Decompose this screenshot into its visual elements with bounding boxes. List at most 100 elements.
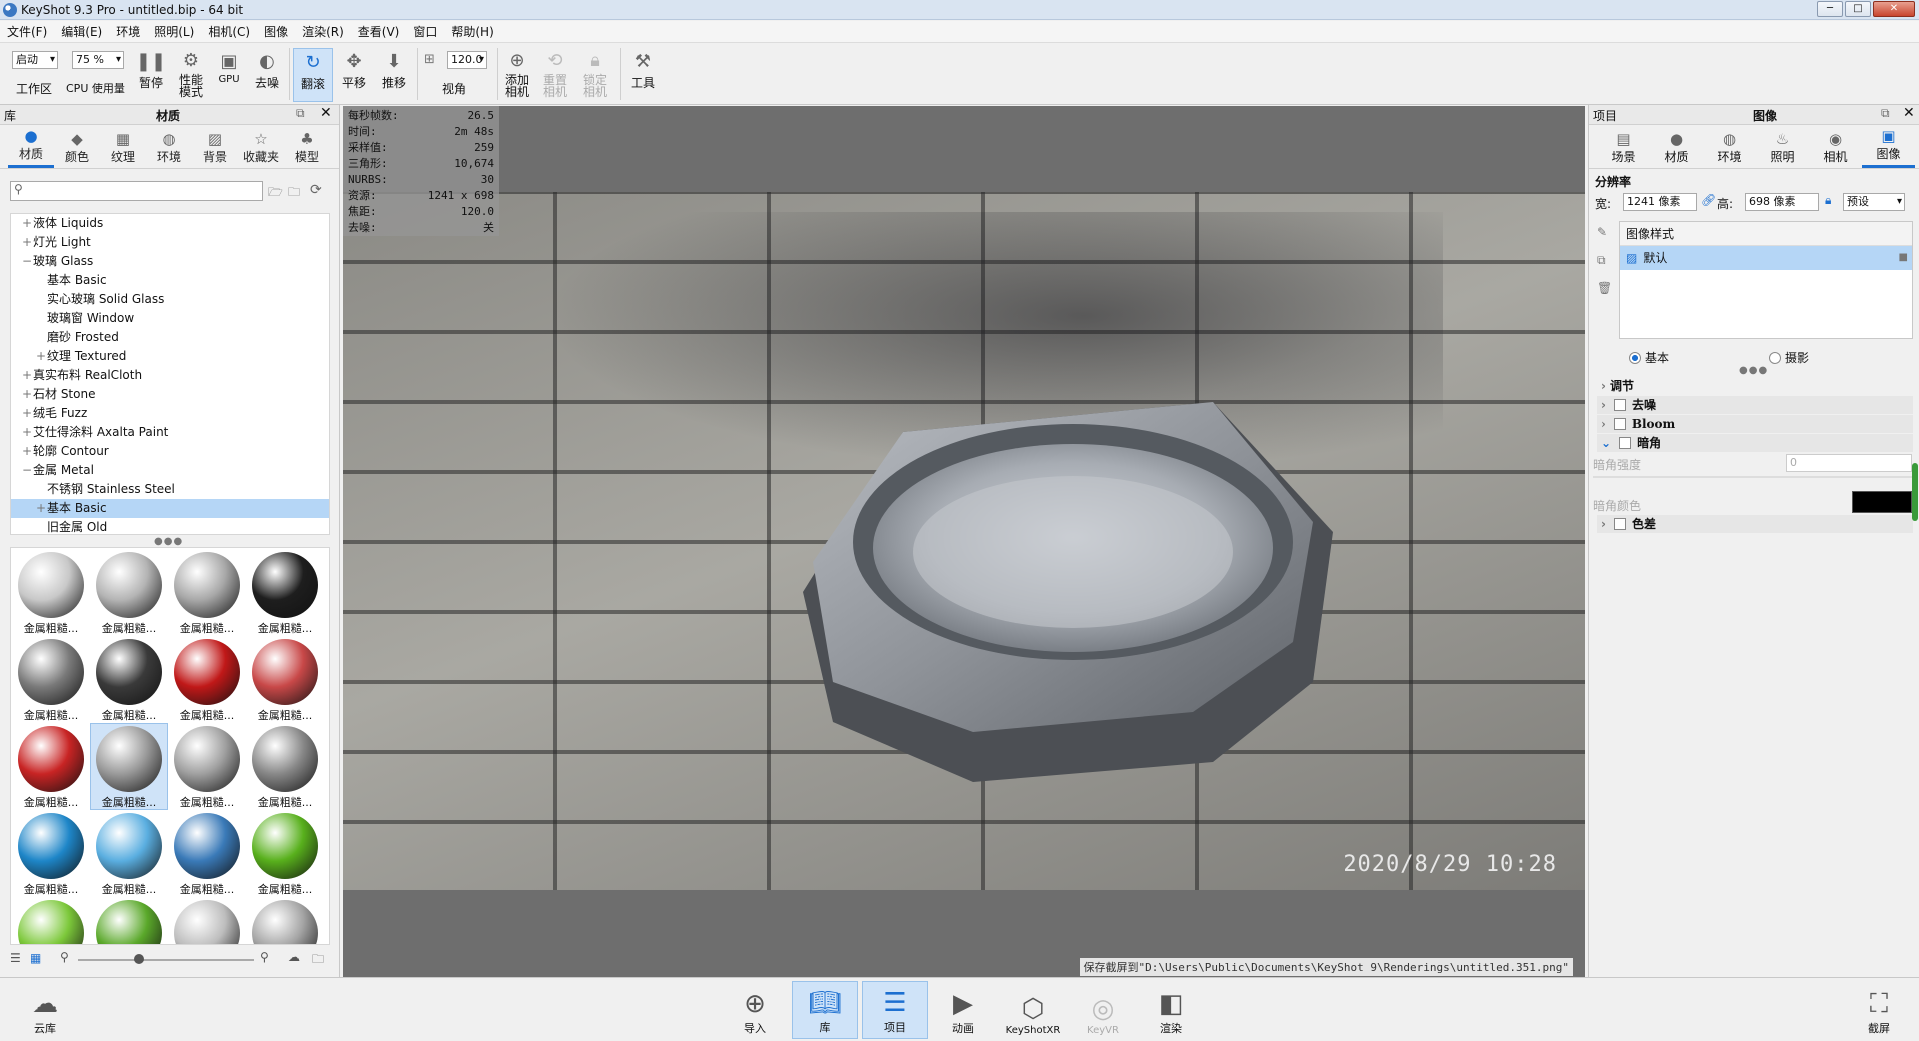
expand-icon[interactable]: +: [21, 442, 33, 461]
menu-help[interactable]: 帮助(H): [444, 23, 500, 40]
keyvr-button[interactable]: ◎ KeyVR: [1070, 981, 1136, 1039]
chromatic-checkbox[interactable]: [1613, 518, 1626, 530]
slider-handle[interactable]: [134, 954, 144, 964]
splitter-handle[interactable]: ●●●: [154, 536, 183, 547]
adjust-section[interactable]: › 调节: [1597, 377, 1913, 395]
collapse-icon[interactable]: −: [21, 461, 33, 480]
material-thumbnail[interactable]: 金属粗糙...: [169, 724, 245, 809]
panel-close-icon[interactable]: ✕: [1903, 105, 1915, 121]
field-of-view-input[interactable]: 120.0: [447, 51, 487, 69]
vignette-checkbox[interactable]: [1619, 437, 1632, 449]
collapse-icon[interactable]: −: [21, 252, 33, 271]
material-thumbnail[interactable]: 金属粗糙...: [13, 637, 89, 722]
tab-backgrounds[interactable]: ▨ 背景: [192, 125, 238, 168]
project-button[interactable]: ☰ 项目: [862, 981, 928, 1039]
undock-icon[interactable]: ⧉: [1881, 106, 1890, 121]
menu-camera[interactable]: 相机(C): [201, 23, 257, 40]
tree-item[interactable]: 玻璃窗 Window: [11, 309, 329, 328]
expand-icon[interactable]: +: [21, 366, 33, 385]
material-thumbnail[interactable]: 金属粗糙...: [91, 898, 167, 944]
expand-icon[interactable]: +: [21, 404, 33, 423]
tumble-button[interactable]: ↻ 翻滚: [293, 48, 333, 102]
chromatic-section[interactable]: › 色差: [1597, 515, 1913, 533]
lock-camera-button[interactable]: 🔒︎ 锁定 相机: [578, 48, 612, 99]
material-thumbnail[interactable]: 金属粗糙...: [13, 550, 89, 635]
denoise-checkbox[interactable]: [1613, 399, 1626, 411]
add-camera-button[interactable]: ⊕ 添加 相机: [500, 48, 534, 99]
preset-select[interactable]: 预设: [1843, 193, 1905, 211]
maximize-button[interactable]: □: [1845, 1, 1871, 17]
expand-icon[interactable]: +: [21, 233, 33, 252]
mode-photographic-radio[interactable]: 摄影: [1769, 349, 1809, 366]
tree-item[interactable]: −金属 Metal: [11, 461, 329, 480]
cloud-library-button[interactable]: ☁ 云库: [12, 981, 78, 1039]
cloud-upload-icon[interactable]: ☁: [288, 950, 300, 964]
close-button[interactable]: ✕: [1873, 1, 1915, 17]
real-time-render[interactable]: 2020/8/29 10:28: [343, 192, 1585, 890]
material-thumbnail[interactable]: 金属粗糙...: [169, 637, 245, 722]
menu-window[interactable]: 窗口: [406, 23, 444, 40]
image-style-default[interactable]: ▨ 默认 ■: [1620, 246, 1912, 270]
folder-icon[interactable]: 🗀︎: [312, 950, 324, 971]
library-button[interactable]: 📖︎ 库: [792, 981, 858, 1039]
grid-view-icon[interactable]: ▦: [30, 951, 41, 965]
tree-item[interactable]: +灯光 Light: [11, 233, 329, 252]
tab-image[interactable]: ▣ 图像: [1862, 125, 1915, 168]
material-thumbnail[interactable]: 金属粗糙...: [91, 637, 167, 722]
vignette-color-swatch[interactable]: [1852, 491, 1912, 513]
material-thumbnail[interactable]: 金属粗糙...: [169, 550, 245, 635]
bloom-section[interactable]: › Bloom: [1597, 415, 1913, 433]
tab-lighting[interactable]: ♨ 照明: [1756, 125, 1809, 168]
cpu-usage-select[interactable]: 75 %: [72, 51, 124, 69]
material-thumbnail[interactable]: 金属粗糙...: [247, 898, 323, 944]
splitter-handle[interactable]: ●●●: [1739, 365, 1768, 376]
tab-materials[interactable]: ● 材质: [8, 125, 54, 168]
tree-item[interactable]: +液体 Liquids: [11, 214, 329, 233]
expand-icon[interactable]: +: [21, 385, 33, 404]
tree-item[interactable]: 不锈钢 Stainless Steel: [11, 480, 329, 499]
menu-environment[interactable]: 环境: [109, 23, 147, 40]
tree-item[interactable]: +绒毛 Fuzz: [11, 404, 329, 423]
width-input[interactable]: 1241 像素: [1623, 193, 1697, 211]
duplicate-style-icon[interactable]: ⧉: [1597, 253, 1606, 268]
tab-material[interactable]: ● 材质: [1650, 125, 1703, 168]
reset-camera-button[interactable]: ⟲ 重置 相机: [538, 48, 572, 99]
tree-item[interactable]: 磨砂 Frosted: [11, 328, 329, 347]
material-thumbnail[interactable]: 金属粗糙...: [247, 550, 323, 635]
material-thumbnail[interactable]: 金属粗糙...: [13, 898, 89, 944]
render-button[interactable]: ◧ 渲染: [1138, 981, 1204, 1039]
material-thumbnail[interactable]: 金属粗糙...: [247, 724, 323, 809]
gpu-button[interactable]: ▣ GPU: [214, 48, 244, 86]
tab-environment[interactable]: ◍ 环境: [1703, 125, 1756, 168]
material-thumbnail[interactable]: 金属粗糙...: [91, 550, 167, 635]
undock-icon[interactable]: ⧉: [296, 106, 305, 121]
minimize-button[interactable]: ─: [1817, 1, 1843, 17]
pan-button[interactable]: ✥ 平移: [336, 48, 372, 91]
workspace-select[interactable]: 启动: [12, 51, 58, 69]
material-thumbnail[interactable]: 金属粗糙...: [91, 811, 167, 896]
tree-item[interactable]: +艾仕得涂料 Axalta Paint: [11, 423, 329, 442]
tab-colors[interactable]: ◆ 颜色: [54, 125, 100, 168]
material-thumbnail[interactable]: 金属粗糙...: [247, 637, 323, 722]
panel-close-icon[interactable]: ✕: [320, 105, 332, 121]
tree-item[interactable]: −玻璃 Glass: [11, 252, 329, 271]
pause-button[interactable]: ❚❚ 暂停: [136, 48, 166, 91]
material-thumbnail[interactable]: 金属粗糙...: [247, 811, 323, 896]
material-thumbnail[interactable]: 金属粗糙...: [13, 724, 89, 809]
screenshot-button[interactable]: ⛶ 截屏: [1846, 981, 1912, 1039]
tree-item[interactable]: +纹理 Textured: [11, 347, 329, 366]
edit-style-icon[interactable]: ✎: [1597, 225, 1607, 239]
tab-models[interactable]: ♣ 模型: [284, 125, 330, 168]
library-search-input[interactable]: ⚲: [10, 181, 263, 201]
delete-icon[interactable]: 🗑︎: [1597, 281, 1612, 295]
tree-item[interactable]: +轮廓 Contour: [11, 442, 329, 461]
height-input[interactable]: 698 像素: [1745, 193, 1819, 211]
lock-icon[interactable]: 🔒︎: [1825, 193, 1831, 208]
material-thumbnail[interactable]: 金属粗糙...: [13, 811, 89, 896]
vignette-strength-slider[interactable]: [1593, 476, 1913, 478]
tab-camera[interactable]: ◉ 相机: [1809, 125, 1862, 168]
tab-environments[interactable]: ◍ 环境: [146, 125, 192, 168]
expand-icon[interactable]: +: [35, 499, 47, 518]
expand-icon[interactable]: +: [21, 423, 33, 442]
tree-item[interactable]: 旧金属 Old: [11, 518, 329, 534]
